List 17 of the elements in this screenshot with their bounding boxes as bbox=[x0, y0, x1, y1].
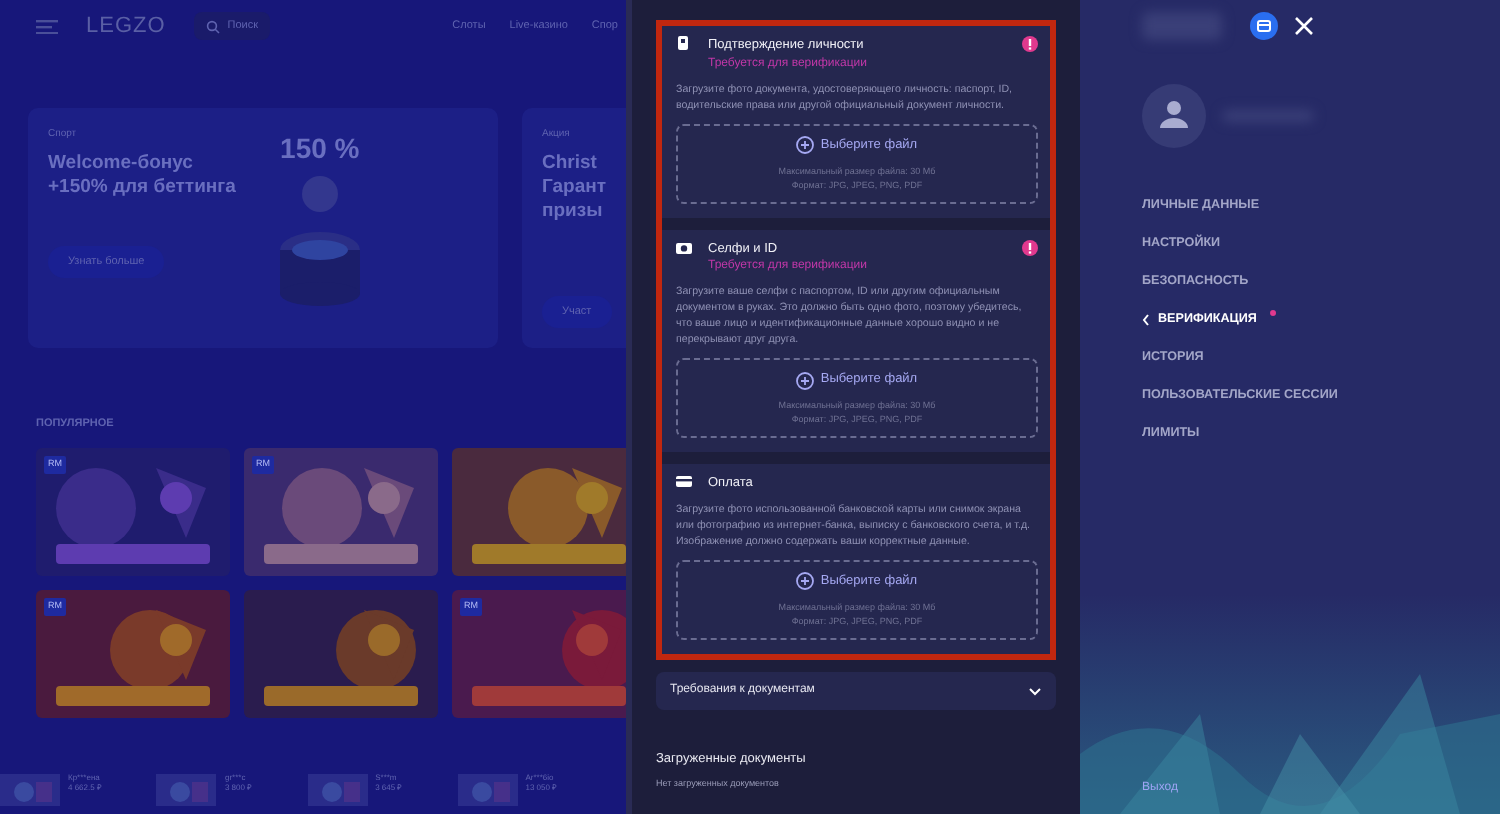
plus-icon bbox=[796, 371, 815, 390]
chevron-icon bbox=[1028, 685, 1042, 695]
banner-title: Christ Гарант призы bbox=[542, 151, 607, 226]
menu-icon[interactable] bbox=[36, 19, 58, 33]
close-icon[interactable] bbox=[1294, 16, 1314, 36]
search-icon bbox=[205, 19, 220, 33]
chevron-icon bbox=[1142, 313, 1150, 326]
id-card-icon bbox=[676, 36, 692, 50]
plus-icon bbox=[796, 572, 815, 591]
ball-drawing bbox=[279, 170, 360, 306]
avatar-icon bbox=[1142, 84, 1206, 148]
plus-icon bbox=[796, 136, 815, 155]
card-icon bbox=[676, 474, 692, 488]
camera-icon bbox=[676, 239, 692, 253]
banner-title: Welcome-бонус +150% для беттинга bbox=[48, 151, 236, 201]
bonus-figure: 150 % bbox=[280, 130, 360, 168]
wallet-icon[interactable] bbox=[1250, 12, 1278, 40]
